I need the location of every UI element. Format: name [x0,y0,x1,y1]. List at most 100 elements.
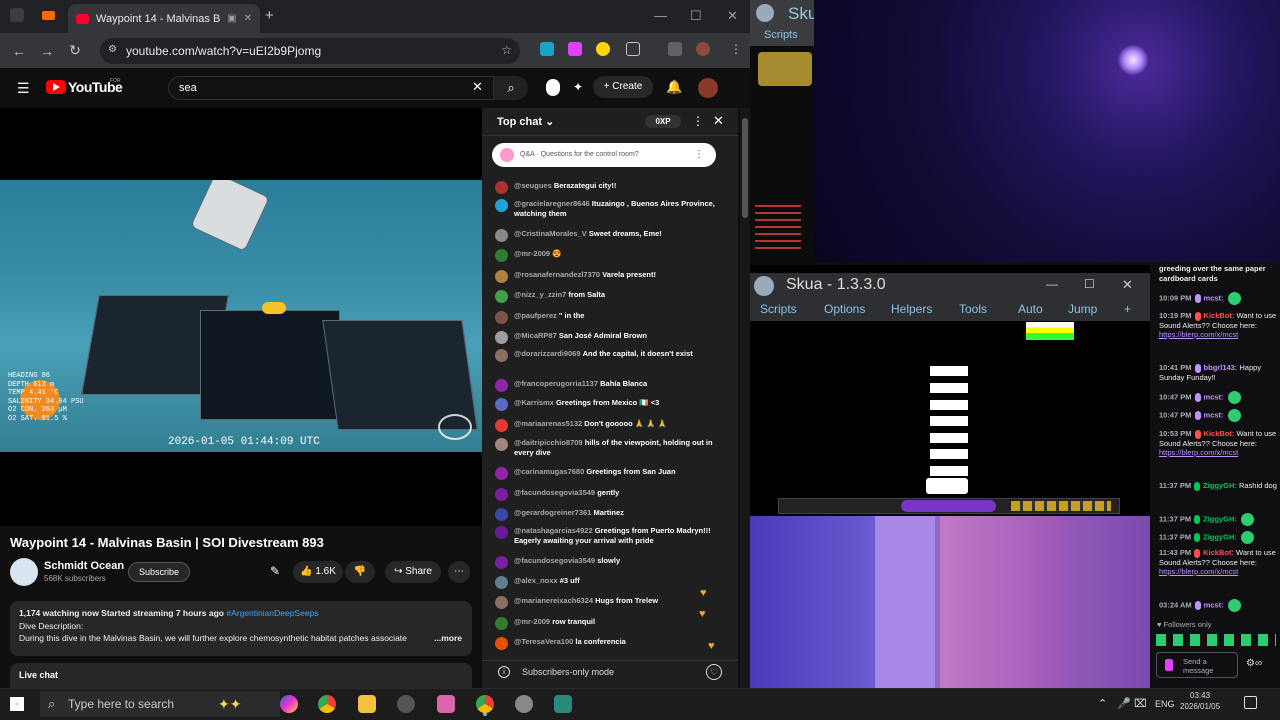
chat-message[interactable]: @Karrismx Greetings from Mexico 🇮🇪 <3 [495,398,731,411]
language-indicator[interactable]: ENG [1155,699,1175,709]
channel-name[interactable]: Schmidt Ocean [44,560,124,572]
skua-menu-scripts[interactable]: Scripts [760,302,797,316]
network-tray-icon[interactable]: ⌧ [1134,697,1147,710]
skua-minimize-button[interactable]: — [1046,277,1058,291]
file-explorer-icon[interactable] [358,695,376,713]
chat-mode-dropdown[interactable]: Top chat ⌄ [497,115,554,128]
skua-menu-helpers[interactable]: Helpers [891,302,932,316]
app-pink-icon[interactable] [437,695,455,713]
chat-message[interactable]: @TeresaVera100 la conferencia [495,637,731,650]
chat-menu-icon[interactable]: ⋮ [692,114,704,128]
chat-avatar[interactable] [495,249,508,262]
chat-username[interactable]: @dorarizzardi9069 [514,349,581,358]
chat-avatar[interactable] [495,331,508,344]
more-actions-button[interactable]: ⋯ [448,561,470,583]
chat-avatar[interactable] [495,508,508,521]
chat-username[interactable]: @gerardogreiner7361 [514,508,591,517]
extension-pink-icon[interactable] [568,42,582,56]
game-action-bar[interactable] [778,498,1120,514]
twitch-message[interactable]: 10:47 PM mcst: [1159,409,1279,422]
youtube-logo-icon[interactable] [46,80,66,94]
chat-message[interactable]: @natashagarcias4922 Greetings from Puert… [495,526,731,546]
extension-puzzle-icon[interactable] [540,42,554,56]
twitch-username[interactable]: mcst: [1204,600,1224,609]
emote-row[interactable] [1156,634,1276,646]
reading-list-icon[interactable] [668,42,682,56]
chat-avatar[interactable] [495,199,508,212]
chat-avatar[interactable] [495,311,508,324]
skua-menu-tools[interactable]: Tools [959,302,987,316]
pinned-question-banner[interactable]: Q&A · Questions for the control room? ⋮ [492,143,716,167]
desc-more-link[interactable]: ...more [431,632,462,645]
notifications-bell-icon[interactable]: 🔔 [666,79,682,95]
profile-avatar-icon[interactable] [696,42,710,56]
chat-message[interactable]: @MicaRP87 San José Admiral Brown [495,331,731,344]
page-scrollbar[interactable] [740,108,750,688]
chat-message[interactable]: @mr-2009 😍 [495,249,731,262]
chrome-active-icon[interactable] [476,695,494,713]
twitch-username[interactable]: mcst: [1204,293,1224,302]
puzzle-extension-icon[interactable]: ✦ [573,80,583,94]
chat-username[interactable]: @gracielaregner8646 [514,199,590,208]
chat-close-icon[interactable]: ✕ [713,113,724,129]
chat-message[interactable]: @daitripicchio8709 hills of the viewpoin… [495,438,731,458]
chat-username[interactable]: @paufperez [514,311,557,320]
twitch-username[interactable]: KickBot: [1204,429,1235,438]
edit-icon[interactable]: ✎ [270,564,280,578]
chat-username[interactable]: @carinamugas7680 [514,467,584,476]
twitch-message[interactable]: 03:24 AM mcst: [1159,599,1279,612]
twitch-link[interactable]: https://blerp.com/x/mcst [1159,448,1238,457]
chat-avatar[interactable] [495,438,508,451]
back-icon[interactable]: ← [5,43,33,59]
chat-avatar[interactable] [495,488,508,501]
twitch-username[interactable]: mcst: [1204,410,1224,419]
chat-username[interactable]: @daitripicchio8709 [514,438,583,447]
chat-message[interactable]: @rosanafernandezl7370 Varela present! [495,270,731,283]
dislike-button[interactable]: 👎 [345,561,375,583]
skua-menu-jump[interactable]: Jump [1068,302,1097,316]
chat-avatar[interactable] [495,526,508,539]
url-field[interactable]: ⚙ youtube.com/watch?v=uEI2b9Pjomg ☆ [100,38,520,64]
chat-avatar[interactable] [495,270,508,283]
twitch-message[interactable]: 11:37 PM ZiggyGH: [1159,513,1279,526]
clear-search-icon[interactable]: ✕ [472,79,483,95]
twitch-username[interactable]: ZiggyGH: [1203,514,1237,523]
pinned-tab-youtube-icon[interactable] [42,11,55,20]
twitch-username[interactable]: KickBot: [1203,548,1234,557]
twitch-message[interactable]: 11:37 PM ZiggyGH: Rashid dog [1159,481,1279,491]
chat-username[interactable]: @CristinaMorales_V [514,229,587,238]
skua-maximize-button[interactable]: ☐ [1084,277,1095,291]
taskbar-search-input[interactable]: ⌕ Type here to search ✦✦ [40,691,280,717]
pinned-menu-icon[interactable]: ⋮ [694,143,704,167]
bits-icon[interactable] [1165,659,1173,671]
twitch-link[interactable]: https://blerp.com/x/mcst [1159,567,1238,576]
chat-username[interactable]: @marianereixach6324 [514,596,593,605]
chat-message[interactable]: @CristinaMorales_V Sweet dreams, Eme! [495,229,731,242]
chat-username[interactable]: @francoperugorria1137 [514,379,598,388]
chat-username[interactable]: @mr-2009 [514,617,550,626]
chat-message[interactable]: @alex_noxx #3 uff [495,576,731,589]
chat-message[interactable]: @dorarizzardi9069 And the capital, it do… [495,349,731,362]
chat-avatar[interactable] [495,419,508,432]
chat-message[interactable]: @gerardogreiner7361 Martinez [495,508,731,521]
chat-avatar[interactable] [495,617,508,630]
send-message-input[interactable]: Send a message [1156,652,1238,678]
chat-avatar[interactable] [495,229,508,242]
chat-avatar[interactable] [495,349,508,362]
chat-username[interactable]: @seugues [514,181,552,190]
close-window-button[interactable]: ✕ [727,8,738,24]
twitch-message[interactable]: 10:47 PM mcst: [1159,391,1279,404]
bookmark-star-icon[interactable]: ☆ [501,43,512,57]
skua-menu-options[interactable]: Options [824,302,865,316]
account-avatar[interactable] [698,78,718,98]
chat-message[interactable]: @nizz_y_zzin7 from Salta [495,290,731,303]
twitch-message[interactable]: 11:37 PM ZiggyGH: [1159,531,1279,544]
minimize-button[interactable]: — [654,8,667,23]
chat-username[interactable]: @TeresaVera100 [514,637,573,646]
browser-menu-icon[interactable]: ⋮ [730,42,742,56]
extensions-menu-icon[interactable] [626,42,640,56]
twitch-username[interactable]: ZiggyGH: [1203,481,1237,490]
chat-heart-button-icon[interactable]: ♡ [706,664,722,680]
twitch-message[interactable]: 10:53 PM KickBot: Want to use Sound Alert… [1159,429,1279,458]
chat-avatar[interactable] [495,181,508,194]
